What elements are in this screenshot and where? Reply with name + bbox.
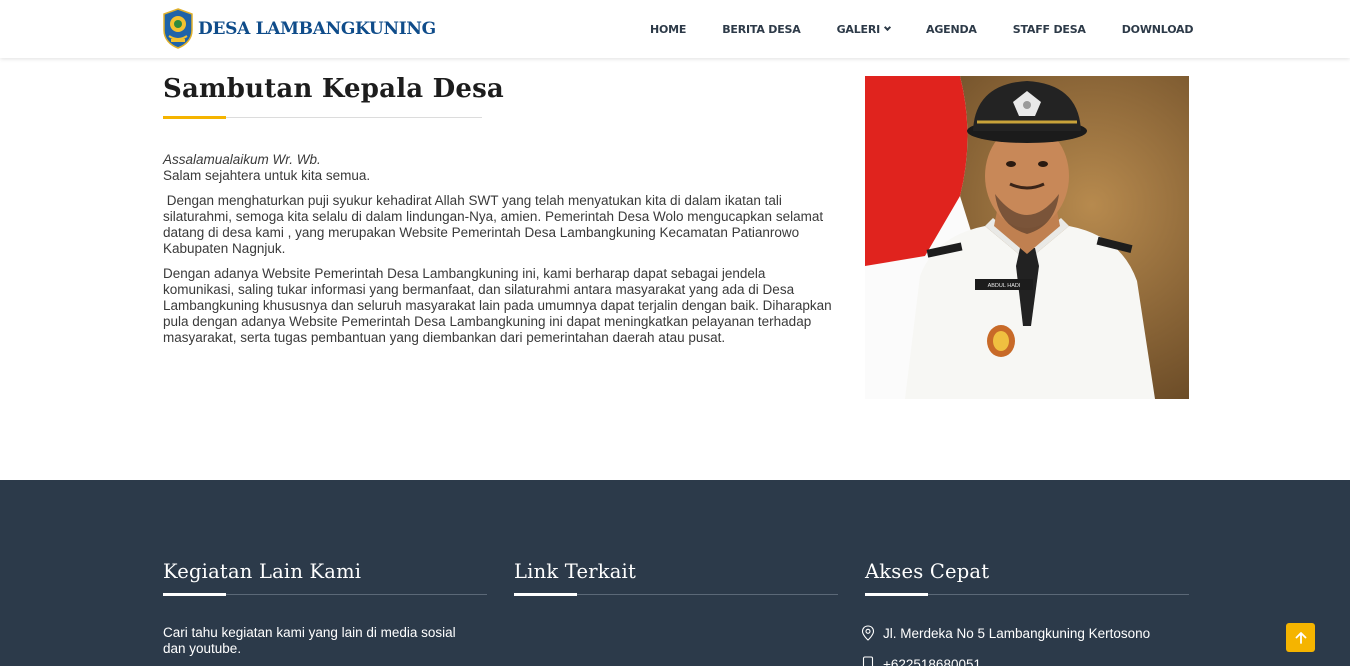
main-nav: HOME BERITA DESA GALERI AGENDA STAFF DES… xyxy=(632,0,1211,58)
greeting: Assalamualaikum Wr. Wb. xyxy=(163,152,321,167)
contact-phone: +622518680051 xyxy=(862,656,1189,672)
title-accent-bar xyxy=(163,116,226,119)
nav-agenda[interactable]: AGENDA xyxy=(908,23,995,36)
site-title: DESA LAMBANGKUNING xyxy=(198,18,436,39)
welcome-text: Assalamualaikum Wr. Wb. Salam sejahtera … xyxy=(163,152,838,355)
site-footer: Kegiatan Lain Kami Cari tahu kegiatan ka… xyxy=(0,480,1350,672)
village-emblem-icon xyxy=(163,8,193,49)
footer-divider xyxy=(514,593,838,596)
footer-links: Link Terkait xyxy=(514,560,838,596)
arrow-up-icon xyxy=(1295,631,1306,644)
site-logo[interactable]: DESA LAMBANGKUNING xyxy=(162,8,436,49)
nav-galeri[interactable]: GALERI xyxy=(819,23,908,36)
welcome-paragraph: Dengan menghaturkan puji syukur kehadira… xyxy=(163,193,827,256)
footer-quick-access: Akses Cepat Jl. Merdeka No 5 Lambangkuni… xyxy=(861,560,1189,672)
chevron-down-icon xyxy=(883,23,892,32)
map-pin-icon xyxy=(859,625,877,641)
contact-address: Jl. Merdeka No 5 Lambangkuning Kertosono xyxy=(861,625,1189,641)
nav-staff-desa[interactable]: STAFF DESA xyxy=(995,23,1104,36)
portrait-illustration: ABDUL HADI xyxy=(865,76,1189,399)
nav-galeri-label: GALERI xyxy=(836,22,881,36)
nav-download[interactable]: DOWNLOAD xyxy=(1104,23,1212,36)
salutation: Salam sejahtera untuk kita semua. xyxy=(163,168,371,183)
footer-activities-title: Kegiatan Lain Kami xyxy=(163,560,362,583)
footer-activities: Kegiatan Lain Kami Cari tahu kegiatan ka… xyxy=(163,560,487,657)
site-header: DESA LAMBANGKUNING HOME BERITA DESA GALE… xyxy=(0,0,1350,58)
footer-accent-bar xyxy=(514,593,577,596)
footer-divider xyxy=(865,593,1189,596)
welcome-title: Sambutan Kepala Desa xyxy=(163,74,504,104)
village-head-photo: ABDUL HADI xyxy=(865,76,1189,399)
contact-phone-text[interactable]: +622518680051 xyxy=(883,657,981,672)
footer-divider xyxy=(163,593,487,596)
back-to-top-button[interactable] xyxy=(1286,623,1315,652)
nav-berita-desa[interactable]: BERITA DESA xyxy=(704,23,818,36)
footer-activities-text: Cari tahu kegiatan kami yang lain di med… xyxy=(163,625,456,656)
footer-accent-bar xyxy=(163,593,226,596)
mobile-phone-icon xyxy=(859,656,877,672)
portrait-nametag: ABDUL HADI xyxy=(988,283,1021,289)
nav-home[interactable]: HOME xyxy=(632,23,704,36)
footer-links-title: Link Terkait xyxy=(514,560,637,583)
contact-address-text: Jl. Merdeka No 5 Lambangkuning Kertosono xyxy=(883,625,1151,641)
footer-quick-access-title: Akses Cepat xyxy=(865,560,990,583)
welcome-paragraph: Dengan adanya Website Pemerintah Desa La… xyxy=(163,266,832,345)
footer-accent-bar xyxy=(865,593,928,596)
